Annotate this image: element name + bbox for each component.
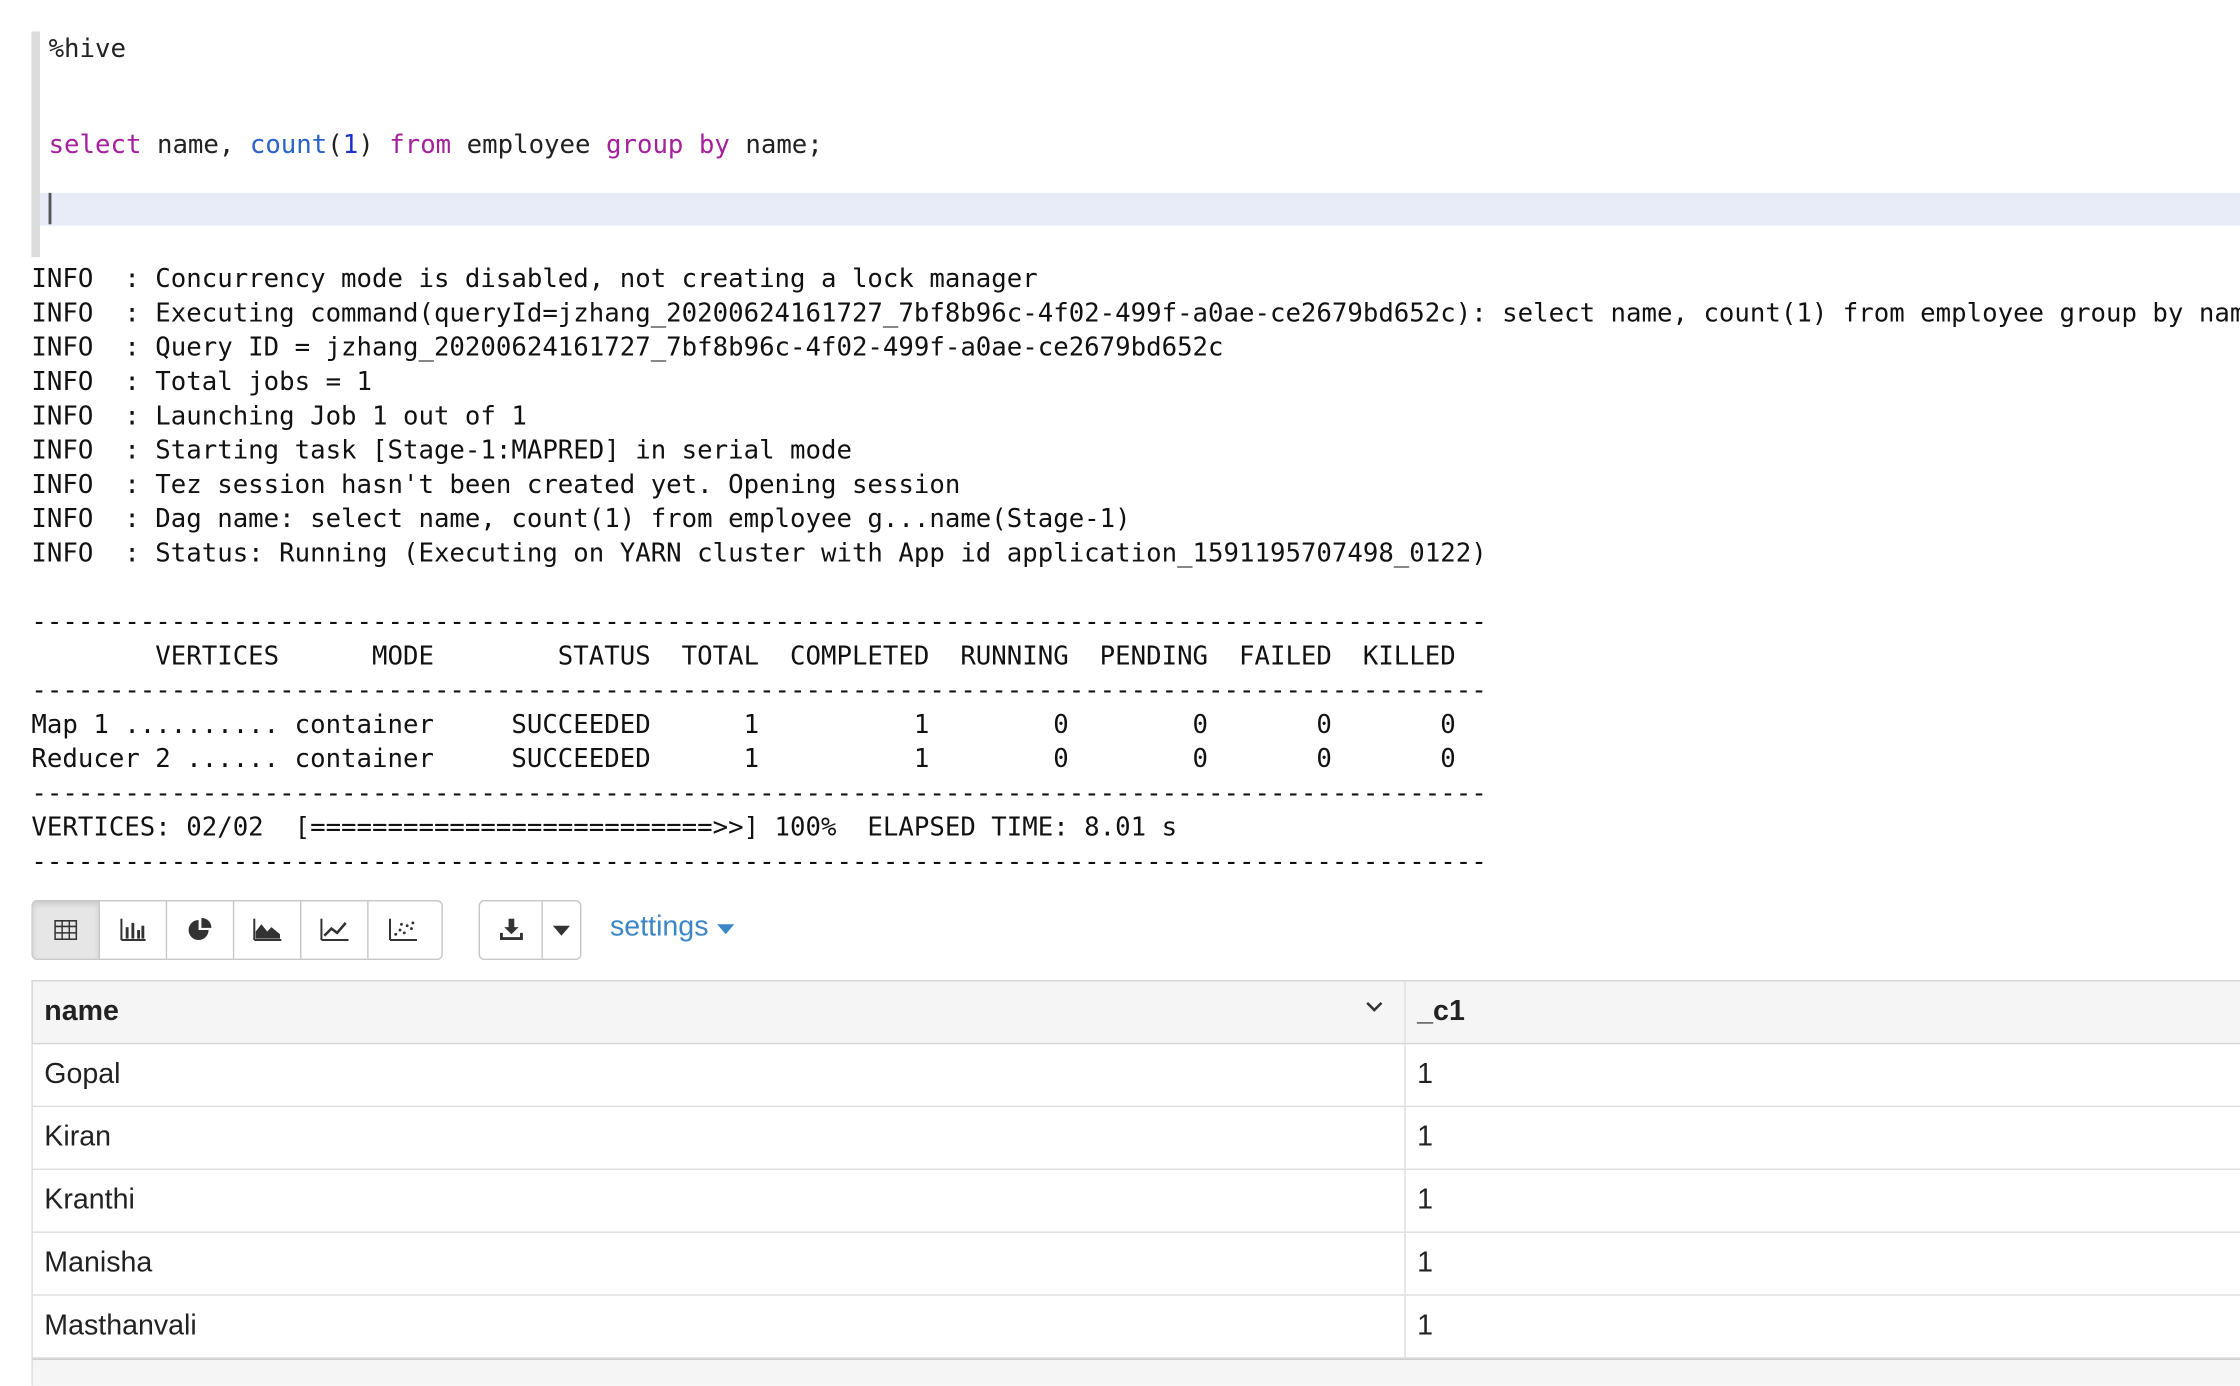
log-output: INFO : Concurrency mode is disabled, not…	[0, 257, 2240, 886]
table-header-row: name _c1	[31, 980, 2240, 1045]
table-row: Kiran 1	[31, 1107, 2240, 1171]
area-chart-icon	[253, 918, 282, 942]
download-button[interactable]	[480, 901, 543, 959]
pie-chart-button[interactable]	[167, 901, 235, 959]
line-chart-icon	[320, 918, 349, 942]
area-chart-button[interactable]	[234, 901, 302, 959]
download-icon	[499, 918, 523, 941]
log-separator: ----------------------------------------…	[31, 778, 1487, 809]
result-table: name _c1 Gopal 1 Kiran 1 Kranthi 1 Manis…	[31, 980, 2240, 1386]
caret-down-icon	[552, 925, 571, 936]
bar-chart-icon	[120, 918, 146, 942]
download-options-toggle[interactable]	[543, 901, 580, 958]
settings-label: settings	[610, 911, 709, 943]
log-line: INFO : Tez session hasn't been created y…	[31, 470, 961, 501]
table-cell: 1	[1417, 1058, 1434, 1091]
column-header-name[interactable]: name	[33, 981, 1406, 1043]
code-editor[interactable]: %hive select name, count(1) from employe…	[31, 31, 2240, 258]
sql-statement[interactable]: select name, count(1) from employee grou…	[49, 129, 823, 163]
table-cell: 1	[1417, 1184, 1434, 1216]
keyword-from: from	[389, 130, 452, 161]
keyword-group: group	[605, 130, 684, 161]
log-line: INFO : Concurrency mode is disabled, not…	[31, 264, 1038, 295]
log-line: INFO : Status: Running (Executing on YAR…	[31, 538, 1487, 569]
scatter-chart-button[interactable]	[369, 901, 436, 958]
vertices-header: VERTICES MODE STATUS TOTAL COMPLETED RUN…	[31, 641, 1456, 672]
table-cell: 1	[1417, 1310, 1434, 1342]
table-cell: 1	[1417, 1247, 1434, 1279]
log-separator: ----------------------------------------…	[31, 675, 1487, 706]
bar-chart-button[interactable]	[100, 901, 168, 959]
table-row: Kranthi 1	[31, 1170, 2240, 1233]
sql-text: name,	[141, 130, 250, 161]
table-cell: Kranthi	[33, 1170, 1406, 1232]
log-line: INFO : Query ID = jzhang_20200624161727_…	[31, 332, 1224, 363]
column-header-c1[interactable]: _c1	[1406, 981, 2240, 1042]
table-cell: Manisha	[33, 1232, 1406, 1295]
pie-chart-icon	[188, 917, 212, 941]
log-line: INFO : Launching Job 1 out of 1	[31, 401, 527, 432]
log-separator: ----------------------------------------…	[31, 607, 1487, 638]
caret-down-icon	[717, 924, 735, 935]
visualization-button-group	[31, 900, 443, 961]
table-cell: Gopal	[33, 1044, 1406, 1106]
progress-summary: VERTICES: 02/02 [=======================…	[31, 812, 1178, 843]
log-separator: ----------------------------------------…	[31, 847, 1487, 878]
settings-dropdown[interactable]: settings	[610, 911, 735, 944]
sql-text: (	[327, 130, 343, 161]
vertex-row-map: Map 1 .......... container SUCCEEDED 1 1…	[31, 710, 1456, 741]
log-line: INFO : Starting task [Stage-1:MAPRED] in…	[31, 435, 852, 466]
table-row: Gopal 1	[31, 1044, 2240, 1108]
log-line: INFO : Executing command(queryId=jzhang_…	[31, 298, 2240, 329]
sql-number: 1	[342, 130, 359, 161]
table-icon	[54, 920, 78, 941]
column-header-label: name	[44, 995, 119, 1028]
keyword-by: by	[698, 130, 730, 161]
interpreter-directive[interactable]: %hive	[49, 33, 126, 67]
function-count: count	[249, 130, 328, 161]
sql-text: name;	[729, 130, 823, 161]
sql-text: employee	[451, 130, 606, 161]
vertex-row-reducer: Reducer 2 ...... container SUCCEEDED 1 1…	[31, 744, 1456, 775]
line-chart-button[interactable]	[301, 901, 369, 959]
table-row: Manisha 1	[31, 1232, 2240, 1296]
log-line: INFO : Total jobs = 1	[31, 367, 373, 398]
sql-text: )	[358, 130, 374, 161]
column-header-label: _c1	[1417, 995, 1465, 1028]
chevron-down-icon[interactable]	[1364, 1000, 1384, 1014]
table-view-button[interactable]	[32, 901, 101, 959]
table-row: Masthanvali 1	[31, 1295, 2240, 1359]
download-button-group	[478, 900, 582, 961]
active-line-highlight	[40, 192, 2240, 226]
scatter-chart-icon	[388, 918, 417, 942]
text-cursor	[48, 192, 52, 225]
editor-gutter	[31, 31, 41, 258]
log-line: INFO : Dag name: select name, count(1) f…	[31, 504, 1131, 535]
notebook-paragraph: %hive select name, count(1) from employe…	[0, 0, 2240, 1386]
table-cell: 1	[1417, 1121, 1434, 1153]
table-cell: Kiran	[33, 1107, 1406, 1169]
keyword-select: select	[48, 130, 142, 161]
table-cell: Masthanvali	[33, 1295, 1406, 1358]
